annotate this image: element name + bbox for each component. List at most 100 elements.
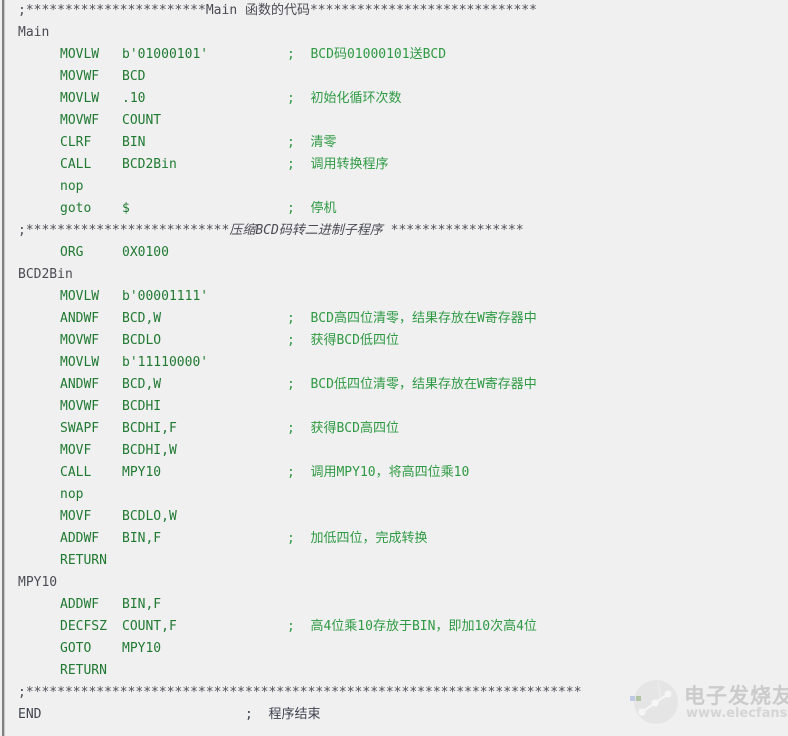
instruction-operand: BCD2Bin	[122, 157, 177, 172]
instruction-mnemonic: MOVWF	[60, 333, 100, 348]
instruction-mnemonic: MOVLW	[60, 47, 100, 62]
instruction-mnemonic: END	[18, 707, 42, 722]
instruction-comment: ; 获得BCD高四位	[287, 421, 399, 436]
instruction-operand: BCD,W	[122, 311, 162, 326]
code-instruction-line[interactable]: ANDWF BCD,W ; BCD高四位清零，结果存放在W寄存器中	[18, 308, 784, 330]
code-editor-window: gotoMain; 跳转到Main函数 ;*******************…	[0, 0, 788, 736]
code-listing[interactable]: ;***********************Main 函数的代码 ******…	[18, 0, 784, 736]
code-instruction-line[interactable]: MOVF BCDLO,W	[18, 506, 784, 528]
code-instruction-line[interactable]: goto $ ; 停机	[18, 198, 784, 220]
code-instruction-line[interactable]: MOVWF BCD	[18, 66, 784, 88]
code-instruction-line[interactable]: MOVLW b'00001111'	[18, 286, 784, 308]
banner-title-text: 压缩BCD码转二进制子程序	[229, 223, 383, 238]
code-instruction-line[interactable]: nop	[18, 484, 784, 506]
instruction-comment: ; BCD高四位清零，结果存放在W寄存器中	[287, 311, 537, 326]
banner-asterisks-left: ;***************************************…	[18, 685, 582, 700]
instruction-mnemonic: GOTO	[60, 641, 92, 656]
code-instruction-line[interactable]: MOVWF COUNT	[18, 110, 784, 132]
instruction-mnemonic: SWAPF	[60, 421, 100, 436]
comment-banner-line[interactable]: ;***********************Main 函数的代码******…	[18, 0, 784, 22]
instruction-operand: BIN,F	[122, 597, 162, 612]
instruction-operand: COUNT,F	[122, 619, 177, 634]
code-instruction-line[interactable]: CALL MPY10 ; 调用MPY10，将高四位乘10	[18, 462, 784, 484]
instruction-mnemonic: MOVF	[60, 509, 92, 524]
instruction-mnemonic: goto	[60, 201, 92, 216]
code-instruction-line[interactable]: ANDWF BCD,W ; BCD低四位清零，结果存放在W寄存器中	[18, 374, 784, 396]
instruction-mnemonic: MOVF	[60, 443, 92, 458]
instruction-operand: MPY10	[122, 465, 162, 480]
code-instruction-line[interactable]: RETURN	[18, 660, 784, 682]
instruction-mnemonic: ADDWF	[60, 597, 100, 612]
instruction-operand: b'00001111'	[122, 289, 209, 304]
instruction-mnemonic: CLRF	[60, 135, 92, 150]
instruction-mnemonic: RETURN	[60, 553, 107, 568]
instruction-operand: BCDLO	[122, 333, 162, 348]
code-label: BCD2Bin	[18, 267, 73, 282]
instruction-mnemonic: MOVWF	[60, 113, 100, 128]
code-instruction-line[interactable]: MOVF BCDHI,W	[18, 440, 784, 462]
instruction-comment: ; 高4位乘10存放于BIN，即加10次高4位	[287, 619, 537, 634]
instruction-operand: b'11110000'	[122, 355, 209, 370]
instruction-mnemonic: CALL	[60, 157, 92, 172]
instruction-operand: MPY10	[122, 641, 162, 656]
instruction-operand: BCDHI,F	[122, 421, 177, 436]
banner-asterisks-right: *****************	[382, 223, 524, 238]
code-label-line[interactable]: Main	[18, 22, 784, 44]
code-instruction-line[interactable]: RETURN	[18, 550, 784, 572]
code-instruction-line[interactable]: SWAPF BCDHI,F ; 获得BCD高四位	[18, 418, 784, 440]
code-label: MPY10	[18, 575, 58, 590]
editor-gutter	[5, 0, 18, 736]
instruction-operand: BCDHI	[122, 399, 162, 414]
code-instruction-line[interactable]: ORG 0X0100	[18, 242, 784, 264]
instruction-operand: BCD,W	[122, 377, 162, 392]
code-instruction-line[interactable]: MOVLW b'01000101' ; BCD码01000101送BCD	[18, 44, 784, 66]
instruction-mnemonic: MOVWF	[60, 69, 100, 84]
instruction-comment: ; 调用转换程序	[287, 157, 389, 172]
instruction-mnemonic: MOVLW	[60, 355, 100, 370]
instruction-operand: BIN,F	[122, 531, 162, 546]
code-instruction-line[interactable]: MOVWF BCDLO ; 获得BCD低四位	[18, 330, 784, 352]
code-instruction-line[interactable]: CLRF BIN ; 清零	[18, 132, 784, 154]
instruction-operand: .10	[122, 91, 146, 106]
instruction-comment: ; BCD码01000101送BCD	[287, 47, 447, 62]
instruction-mnemonic: DECFSZ	[60, 619, 107, 634]
instruction-operand: COUNT	[122, 113, 162, 128]
instruction-operand: BCDLO,W	[122, 509, 177, 524]
code-instruction-line[interactable]: MOVLW .10 ; 初始化循环次数	[18, 88, 784, 110]
instruction-comment: ; 获得BCD低四位	[287, 333, 399, 348]
instruction-operand: BIN	[122, 135, 146, 150]
code-instruction-line[interactable]: ADDWF BIN,F ; 加低四位，完成转换	[18, 528, 784, 550]
code-label-line[interactable]: BCD2Bin	[18, 264, 784, 286]
code-directive-line[interactable]: END ; 程序结束	[18, 704, 784, 726]
instruction-comment: ; 清零	[287, 135, 337, 150]
code-instruction-line[interactable]: GOTO MPY10	[18, 638, 784, 660]
instruction-operand: BCD	[122, 69, 146, 84]
instruction-mnemonic: MOVLW	[60, 289, 100, 304]
instruction-operand: BCDHI,W	[122, 443, 177, 458]
instruction-mnemonic: nop	[60, 487, 84, 502]
code-instruction-line[interactable]: nop	[18, 176, 784, 198]
code-label-line[interactable]: MPY10	[18, 572, 784, 594]
banner-asterisks-left: ;***********************	[18, 3, 206, 18]
instruction-mnemonic: MOVLW	[60, 91, 100, 106]
comment-banner-line[interactable]: ;**************************压缩BCD码转二进制子程序…	[18, 220, 784, 242]
instruction-operand: b'01000101'	[122, 47, 209, 62]
instruction-comment: ; BCD低四位清零，结果存放在W寄存器中	[287, 377, 537, 392]
instruction-operand: 0X0100	[122, 245, 169, 260]
code-instruction-line[interactable]: MOVLW b'11110000'	[18, 352, 784, 374]
instruction-mnemonic: nop	[60, 179, 84, 194]
code-instruction-line[interactable]: CALL BCD2Bin ; 调用转换程序	[18, 154, 784, 176]
instruction-mnemonic: ORG	[60, 245, 84, 260]
code-instruction-line[interactable]: MOVWF BCDHI	[18, 396, 784, 418]
instruction-comment: ; 加低四位，完成转换	[287, 531, 428, 546]
code-instruction-line[interactable]: ADDWF BIN,F	[18, 594, 784, 616]
instruction-mnemonic: ANDWF	[60, 311, 100, 326]
banner-asterisks-left: ;**************************	[18, 223, 230, 238]
comment-banner-line[interactable]: ;***************************************…	[18, 682, 784, 704]
banner-title-text: Main 函数的代码	[205, 3, 310, 18]
instruction-operand: $	[122, 201, 130, 216]
instruction-mnemonic: ADDWF	[60, 531, 100, 546]
code-instruction-line[interactable]: DECFSZ COUNT,F ; 高4位乘10存放于BIN，即加10次高4位	[18, 616, 784, 638]
instruction-comment: ; 调用MPY10，将高四位乘10	[287, 465, 470, 480]
instruction-mnemonic: ANDWF	[60, 377, 100, 392]
